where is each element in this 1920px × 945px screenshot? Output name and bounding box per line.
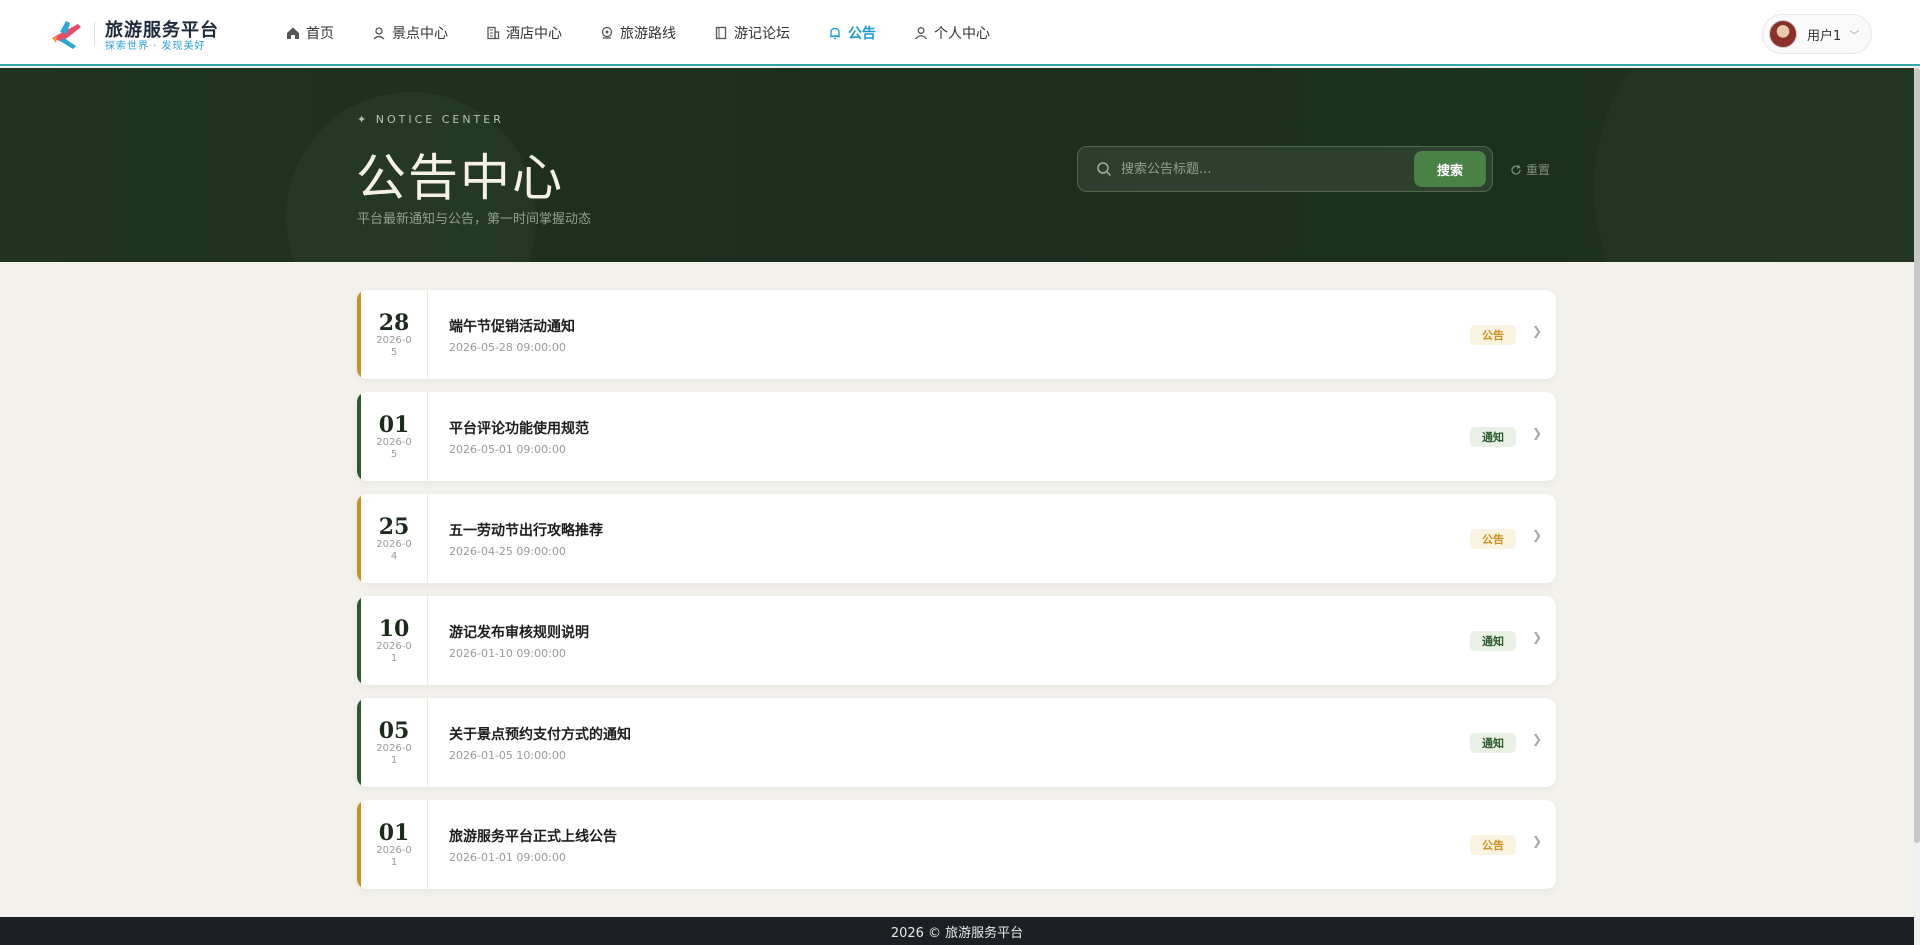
notice-year-month: 2026-01 <box>376 742 412 766</box>
search-button[interactable]: 搜索 <box>1414 151 1486 187</box>
chevron-right-icon[interactable]: ❯ <box>1532 426 1542 440</box>
notice-day: 25 <box>378 513 410 540</box>
notice-card[interactable]: 10 2026-01 游记发布审核规则说明 2026-01-10 09:00:0… <box>357 596 1556 685</box>
hero-banner: ✦ NOTICE CENTER 公告中心 平台最新通知与公告，第一时间掌握动态 … <box>0 68 1914 262</box>
chevron-right-icon[interactable]: ❯ <box>1532 324 1542 338</box>
bell-icon <box>830 27 840 40</box>
notice-title[interactable]: 关于景点预约支付方式的通知 <box>449 724 631 744</box>
nav-item-label: 个人中心 <box>934 26 990 42</box>
notice-year-month: 2026-05 <box>376 334 412 358</box>
nav-item-forum[interactable]: 游记论坛 <box>714 0 790 66</box>
nav-item-label: 公告 <box>848 26 876 42</box>
notice-type-badge: 公告 <box>1470 325 1516 345</box>
nav-item-label: 首页 <box>306 26 334 42</box>
notice-card[interactable]: 01 2026-01 旅游服务平台正式上线公告 2026-01-01 09:00… <box>357 800 1556 889</box>
chevron-right-icon[interactable]: ❯ <box>1532 834 1542 848</box>
footer-text: 2026 © 旅游服务平台 <box>890 925 1024 941</box>
building-icon <box>487 26 500 40</box>
chevron-right-icon[interactable]: ❯ <box>1532 528 1542 542</box>
nav-item-label: 酒店中心 <box>506 26 562 42</box>
notice-time: 2026-01-01 09:00:00 <box>449 851 566 864</box>
notice-card[interactable]: 28 2026-05 端午节促销活动通知 2026-05-28 09:00:00… <box>357 290 1556 379</box>
nav-item-notices[interactable]: 公告 <box>828 0 876 66</box>
nav-item-label: 旅游路线 <box>620 26 676 42</box>
avatar <box>1769 20 1797 48</box>
notice-title[interactable]: 端午节促销活动通知 <box>449 316 575 336</box>
notice-time: 2026-05-28 09:00:00 <box>449 341 566 354</box>
page-title: 公告中心 <box>356 149 564 207</box>
notice-day: 28 <box>378 309 410 336</box>
notice-day: 10 <box>378 615 410 642</box>
notice-date: 05 2026-01 <box>361 698 428 787</box>
refresh-icon <box>1511 164 1521 175</box>
notice-day: 01 <box>378 819 410 846</box>
nav-item-label: 景点中心 <box>392 26 448 42</box>
notice-day: 01 <box>378 411 410 438</box>
notice-type-badge: 通知 <box>1470 631 1516 651</box>
notice-title[interactable]: 五一劳动节出行攻略推荐 <box>449 520 603 540</box>
notice-time: 2026-04-25 09:00:00 <box>449 545 566 558</box>
user-name: 用户1 <box>1807 28 1842 44</box>
chevron-down-icon: ﹀ <box>1849 30 1860 42</box>
notice-type-badge: 公告 <box>1470 835 1516 855</box>
notice-list: 28 2026-05 端午节促销活动通知 2026-05-28 09:00:00… <box>357 290 1556 902</box>
scrollbar-thumb[interactable] <box>1914 68 1920 843</box>
user-icon <box>915 27 927 40</box>
airplane-logo-icon[interactable] <box>48 16 84 52</box>
top-navbar: 旅游服务平台 探索世界 · 发现美好 首页 景点中心 酒店中心 旅游路线 游记论… <box>0 0 1920 66</box>
notice-time: 2026-01-10 09:00:00 <box>449 647 566 660</box>
map-pin-icon <box>373 27 385 40</box>
notice-card[interactable]: 05 2026-01 关于景点预约支付方式的通知 2026-01-05 10:0… <box>357 698 1556 787</box>
notice-date: 01 2026-01 <box>361 800 428 889</box>
main-nav: 首页 景点中心 酒店中心 旅游路线 游记论坛 公告 个人中心 <box>286 0 1028 66</box>
hero-tag: ✦ NOTICE CENTER <box>357 113 504 126</box>
notice-card[interactable]: 25 2026-04 五一劳动节出行攻略推荐 2026-04-25 09:00:… <box>357 494 1556 583</box>
nav-item-profile[interactable]: 个人中心 <box>914 0 990 66</box>
notice-day: 05 <box>378 717 410 744</box>
reset-button[interactable]: 重置 <box>1510 161 1550 178</box>
nav-item-routes[interactable]: 旅游路线 <box>600 0 676 66</box>
nav-item-hotels[interactable]: 酒店中心 <box>486 0 562 66</box>
route-icon <box>601 26 613 39</box>
notice-title[interactable]: 旅游服务平台正式上线公告 <box>449 826 617 846</box>
user-menu[interactable]: 用户1 ﹀ <box>1762 14 1872 54</box>
notice-title[interactable]: 游记发布审核规则说明 <box>449 622 589 642</box>
notice-year-month: 2026-01 <box>376 844 412 868</box>
search-input[interactable] <box>1121 157 1401 181</box>
notice-time: 2026-05-01 09:00:00 <box>449 443 566 456</box>
nav-item-label: 游记论坛 <box>734 26 790 42</box>
notice-type-badge: 通知 <box>1470 733 1516 753</box>
notice-year-month: 2026-04 <box>376 538 412 562</box>
home-icon <box>287 27 299 39</box>
decorative-circle <box>1594 68 1914 262</box>
search-icon <box>1097 162 1112 177</box>
notice-year-month: 2026-01 <box>376 640 412 664</box>
book-icon <box>715 26 727 40</box>
notice-year-month: 2026-05 <box>376 436 412 460</box>
notice-date: 28 2026-05 <box>361 290 428 379</box>
page-subtitle: 平台最新通知与公告，第一时间掌握动态 <box>357 212 592 227</box>
brand-slogan: 探索世界 · 发现美好 <box>105 41 206 52</box>
notice-time: 2026-01-05 10:00:00 <box>449 749 566 762</box>
notice-card[interactable]: 01 2026-05 平台评论功能使用规范 2026-05-01 09:00:0… <box>357 392 1556 481</box>
chevron-right-icon[interactable]: ❯ <box>1532 732 1542 746</box>
footer: 2026 © 旅游服务平台 <box>0 917 1914 945</box>
chevron-right-icon[interactable]: ❯ <box>1532 630 1542 644</box>
reset-label: 重置 <box>1526 163 1551 177</box>
notice-type-badge: 通知 <box>1470 427 1516 447</box>
notice-date: 01 2026-05 <box>361 392 428 481</box>
nav-item-attractions[interactable]: 景点中心 <box>372 0 448 66</box>
brand-divider <box>94 22 95 46</box>
nav-item-home[interactable]: 首页 <box>286 0 334 66</box>
notice-title[interactable]: 平台评论功能使用规范 <box>449 418 589 438</box>
notice-date: 25 2026-04 <box>361 494 428 583</box>
notice-date: 10 2026-01 <box>361 596 428 685</box>
notice-type-badge: 公告 <box>1470 529 1516 549</box>
search-box: 搜索 <box>1077 146 1493 192</box>
